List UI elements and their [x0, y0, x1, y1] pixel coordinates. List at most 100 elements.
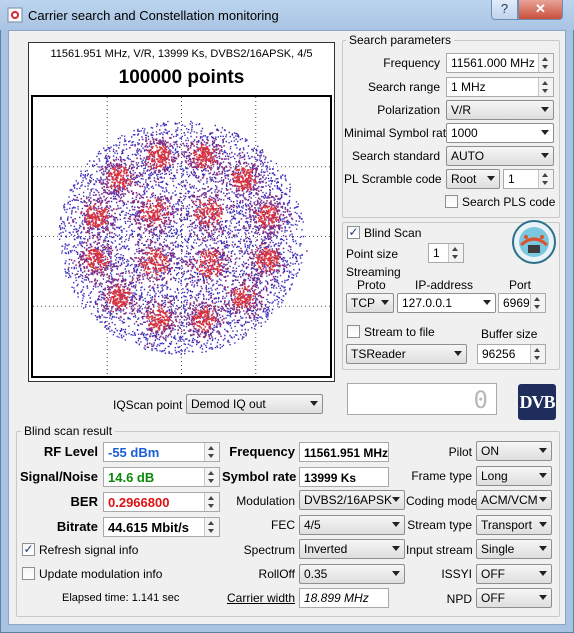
- bitrate-value: 44.615 Mbit/s: [108, 520, 189, 535]
- ip-address-select[interactable]: 127.0.0.1: [397, 293, 496, 313]
- chevron-down-icon: [539, 571, 547, 576]
- result-frequency-value: 11561.951 MHz: [304, 446, 389, 460]
- buffer-size-label: Buffer size: [481, 327, 538, 341]
- ip-address-label: IP-address: [415, 278, 474, 292]
- buffer-size-spinner[interactable]: [530, 345, 545, 363]
- chevron-down-icon: [539, 473, 547, 478]
- spectrum-select[interactable]: Inverted: [299, 539, 405, 559]
- pl-scramble-spinner[interactable]: [538, 170, 553, 188]
- snr-field[interactable]: 14.6 dB: [103, 467, 220, 487]
- search-standard-label: Search standard: [351, 149, 440, 163]
- issyi-label: ISSYI: [441, 567, 472, 581]
- refresh-signal-label: Refresh signal info: [39, 543, 139, 557]
- symbol-rate-value: 13999 Ks: [304, 471, 357, 485]
- chevron-down-icon: [539, 522, 547, 527]
- ip-address-value: 127.0.0.1: [402, 296, 453, 310]
- search-range-label: Search range: [367, 80, 440, 94]
- proto-select[interactable]: TCP: [346, 293, 394, 313]
- elapsed-time: Elapsed time: 1.141 sec: [62, 592, 180, 604]
- constellation-canvas: [33, 97, 330, 376]
- issyi-value: OFF: [481, 567, 505, 581]
- snr-spinner[interactable]: [204, 468, 219, 486]
- ber-spinner[interactable]: [204, 493, 219, 511]
- frequency-input[interactable]: 11561.000 MHz: [446, 53, 554, 73]
- carrier-width-field: 18.899 MHz: [299, 588, 389, 608]
- bitrate-spinner[interactable]: [204, 518, 219, 536]
- rolloff-select[interactable]: 0.35: [299, 564, 405, 584]
- pilot-label: Pilot: [448, 445, 472, 459]
- pl-scramble-input[interactable]: 1: [503, 169, 554, 189]
- port-input[interactable]: 6969: [498, 293, 546, 313]
- ber-value: 0.2966800: [108, 495, 170, 510]
- buffer-size-value: 96256: [482, 347, 516, 361]
- update-modulation-checkbox[interactable]: [22, 567, 35, 580]
- pilot-select[interactable]: ON: [476, 441, 552, 461]
- chevron-down-icon: [392, 497, 400, 502]
- chevron-down-icon: [541, 153, 549, 158]
- constellation-cluster: [68, 194, 132, 248]
- rf-level-field[interactable]: -55 dBm: [103, 442, 220, 462]
- npd-select[interactable]: OFF: [476, 588, 552, 608]
- iqscan-select[interactable]: Demod IQ out: [186, 394, 323, 414]
- stream-type-value: Transport: [481, 518, 532, 532]
- search-pls-checkbox[interactable]: [445, 195, 458, 208]
- stream-type-select[interactable]: Transport: [476, 515, 552, 535]
- ber-field[interactable]: 0.2966800: [103, 492, 220, 512]
- min-symbol-rate-value: 1000: [451, 126, 478, 140]
- modulation-select[interactable]: DVBS2/16APSK: [299, 490, 405, 510]
- chevron-down-icon: [539, 595, 547, 600]
- pilot-value: ON: [481, 444, 499, 458]
- points-count: 100000 points: [118, 67, 245, 88]
- blind-scan-checkbox[interactable]: ✓: [347, 226, 360, 239]
- refresh-signal-checkbox[interactable]: ✓: [22, 543, 35, 556]
- signal-readout-display: 0: [347, 383, 497, 415]
- rolloff-value: 0.35: [304, 567, 328, 581]
- close-button[interactable]: ✕: [518, 0, 563, 20]
- search-standard-select[interactable]: AUTO: [446, 146, 554, 166]
- fec-select[interactable]: 4/5: [299, 515, 405, 535]
- port-spinner[interactable]: [530, 294, 545, 312]
- min-symbol-rate-select[interactable]: 1000: [446, 123, 554, 143]
- coding-mode-label: Coding mode: [406, 494, 478, 508]
- reader-value: TSReader: [351, 347, 406, 361]
- chevron-down-icon: [483, 300, 491, 305]
- search-range-input[interactable]: 1 MHz: [446, 77, 554, 97]
- frequency-spinner[interactable]: [538, 54, 553, 72]
- buffer-size-input[interactable]: 96256: [477, 344, 546, 364]
- polarization-select[interactable]: V/R: [446, 100, 554, 120]
- npd-label: NPD: [446, 592, 472, 606]
- polarization-value: V/R: [451, 103, 472, 117]
- issyi-select[interactable]: OFF: [476, 564, 552, 584]
- point-size-label: Point size: [346, 247, 399, 261]
- input-stream-select[interactable]: Single: [476, 539, 552, 559]
- pl-scramble-mode-select[interactable]: Root: [446, 169, 500, 189]
- constellation-cluster: [222, 273, 269, 324]
- coding-mode-select[interactable]: ACM/VCM: [476, 490, 552, 510]
- frequency-label: Frequency: [383, 56, 440, 70]
- input-stream-label: Input stream: [406, 543, 473, 557]
- search-parameters-title: Search parameters: [346, 33, 455, 47]
- input-stream-value: Single: [481, 542, 515, 556]
- search-range-spinner[interactable]: [538, 78, 553, 96]
- help-button[interactable]: ?: [491, 0, 518, 20]
- bitrate-field[interactable]: 44.615 Mbit/s: [103, 517, 220, 537]
- streaming-label: Streaming: [346, 265, 401, 279]
- title-bar[interactable]: Carrier search and Constellation monitor…: [0, 0, 574, 30]
- bitrate-label: Bitrate: [56, 519, 98, 534]
- search-pls-label: Search PLS code: [462, 195, 556, 209]
- stream-type-label: Stream type: [407, 518, 472, 532]
- reader-select[interactable]: TSReader: [346, 344, 467, 364]
- frame-type-select[interactable]: Long: [476, 466, 552, 486]
- port-label: Port: [509, 278, 532, 292]
- point-size-input[interactable]: 1: [428, 243, 464, 263]
- point-size-spinner[interactable]: [448, 244, 463, 262]
- pl-scramble-label: PL Scramble code: [344, 172, 442, 186]
- update-modulation-label: Update modulation info: [39, 567, 163, 581]
- rf-level-spinner[interactable]: [204, 443, 219, 461]
- chevron-down-icon: [539, 546, 547, 551]
- stream-to-file-checkbox[interactable]: [347, 325, 360, 338]
- readout-digit: 0: [473, 386, 488, 414]
- chevron-down-icon: [541, 107, 549, 112]
- carrier-width-link[interactable]: Carrier width: [222, 591, 295, 605]
- polarization-label: Polarization: [377, 103, 440, 117]
